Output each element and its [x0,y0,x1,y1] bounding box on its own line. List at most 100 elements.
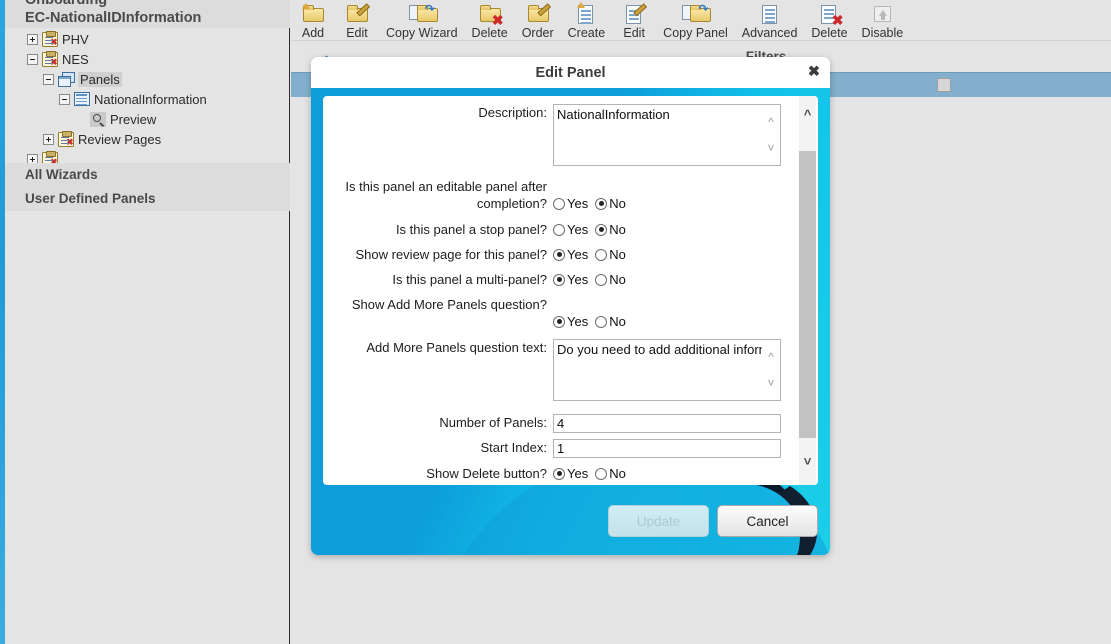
toolbar-button-order[interactable]: Order [515,0,561,40]
dialog-footer: Update Cancel [311,505,830,537]
toolbar-button-label: Delete [471,26,508,40]
expand-icon-minus[interactable] [27,53,38,65]
toolbar-button-advanced[interactable]: Advanced [735,0,805,40]
page-delete-icon: ✖ [815,3,843,27]
toolbar-button-copy-panel[interactable]: ↷ Copy Panel [656,0,735,40]
toolbar-button-label: Create [567,26,606,40]
radio-label: No [609,247,626,262]
add-more-text-textarea[interactable]: Do you need to add additional inforn ^ ˅ [553,339,781,401]
editable-panel-label: Is this panel an editable panel after co… [345,179,547,211]
sidebar-links: All Wizards User Defined Panels [5,163,290,211]
toolbar-button-edit-panel[interactable]: Edit [612,0,656,40]
textarea-resize-grip[interactable]: ^ ˅ [764,115,778,156]
radio-circle-selected [553,315,565,328]
description-value: NationalInformation [557,107,670,122]
multi-panel-no-radio[interactable]: No [595,272,626,287]
disable-icon [868,3,896,25]
radio-circle [595,273,608,286]
sidebar-wizard-name: EC-NationalIDInformation [5,8,290,28]
description-textarea[interactable]: NationalInformation ^ ˅ [553,104,781,166]
radio-label: Yes [567,466,589,481]
grid-select-all-checkbox[interactable] [937,78,951,92]
toolbar-button-disable[interactable]: Disable [855,0,911,40]
radio-circle-selected [595,197,608,210]
toolbar-button-label: Copy Panel [663,26,728,40]
toolbar-button-edit-wizard[interactable]: Edit [335,0,379,40]
cancel-button[interactable]: Cancel [717,505,818,537]
number-of-panels-label: Number of Panels: [439,415,547,430]
show-delete-button-label: Show Delete button? [426,466,547,481]
add-more-panels-no-radio[interactable]: No [595,314,626,329]
radio-label: Yes [567,272,589,287]
expand-icon-plus[interactable] [43,133,54,145]
folder-edit-icon [343,3,371,25]
clipboard-icon: ✖ [42,30,58,47]
multi-panel-label: Is this panel a multi-panel? [392,272,547,287]
scroll-up-icon[interactable]: ^ [799,104,816,126]
field-row-multi-panel: Is this panel a multi-panel? Yes No [323,271,796,288]
toolbar-button-label: Add [301,26,325,40]
scroll-down-icon[interactable]: ˅ [799,451,816,473]
tree-item-preview[interactable]: Preview [5,109,290,129]
show-delete-yes-radio[interactable]: Yes [553,466,588,481]
radio-circle-selected [553,248,565,261]
stop-panel-no-radio[interactable]: No [595,222,626,237]
radio-circle [553,223,565,236]
toolbar-button-add[interactable]: Add [291,0,335,40]
toolbar: Add Edit ↷ Copy Wizard ✖ Delete Order Cr… [291,0,1111,41]
radio-label: No [609,196,626,211]
folder-order-icon [524,3,552,25]
editable-panel-yes-radio[interactable]: Yes [553,196,588,211]
number-of-panels-input[interactable]: 4 [553,414,781,433]
expand-icon-minus[interactable] [43,73,54,85]
close-icon[interactable]: ✖ [808,64,820,80]
field-row-add-more-panels: Show Add More Panels question? Yes No [323,296,796,330]
sidebar-item-user-defined-panels[interactable]: User Defined Panels [5,187,290,211]
start-index-input[interactable]: 1 [553,439,781,458]
review-page-yes-radio[interactable]: Yes [553,247,588,262]
radio-circle-selected [553,273,565,286]
toolbar-button-copy-wizard[interactable]: ↷ Copy Wizard [379,0,465,40]
radio-label: Yes [567,314,589,329]
add-more-text-label: Add More Panels question text: [366,340,547,355]
show-delete-no-radio[interactable]: No [595,466,626,481]
radio-label: Yes [567,247,589,262]
add-more-panels-yes-radio[interactable]: Yes [553,314,588,329]
textarea-resize-grip[interactable]: ^ ˅ [764,350,778,391]
tree-item-nationalinformation[interactable]: NationalInformation [5,89,290,109]
toolbar-button-delete-panel[interactable]: ✖ Delete [804,0,854,40]
add-more-text-value: Do you need to add additional inforn [557,342,762,357]
scrollbar-thumb[interactable] [799,151,816,438]
toolbar-button-label: Order [521,26,554,40]
field-row-start-index: Start Index: 1 [323,439,796,458]
radio-label: Yes [567,222,589,237]
tree-item-review-pages[interactable]: ✖ Review Pages [5,129,290,149]
review-page-no-radio[interactable]: No [595,247,626,262]
folder-delete-icon: ✖ [476,3,504,27]
expand-icon-minus[interactable] [59,93,70,105]
tree-item-label: NES [62,51,89,67]
tree-item-panels[interactable]: Panels [5,69,290,89]
field-row-editable-panel: Is this panel an editable panel after co… [323,178,796,212]
dialog-titlebar: Edit Panel ✖ [311,57,830,88]
dialog-scrollbar[interactable]: ^ ˅ [796,96,818,485]
toolbar-button-delete-wizard[interactable]: ✖ Delete [465,0,515,40]
stop-panel-yes-radio[interactable]: Yes [553,222,588,237]
field-row-stop-panel: Is this panel a stop panel? Yes No [323,221,796,238]
multi-panel-yes-radio[interactable]: Yes [553,272,588,287]
toolbar-button-create-panel[interactable]: Create [561,0,613,40]
sidebar-item-all-wizards[interactable]: All Wizards [5,163,290,187]
tree-item-phv[interactable]: ✖ PHV [5,29,290,49]
editable-panel-no-radio[interactable]: No [595,196,626,211]
review-page-label: Show review page for this panel? [355,247,547,262]
update-button[interactable]: Update [608,505,709,537]
page-create-icon [572,2,600,25]
toolbar-button-label: Disable [861,26,904,40]
expand-icon-plus[interactable] [27,33,38,45]
tree-item-label: PHV [62,31,89,47]
toolbar-button-label: Edit [346,26,368,40]
radio-label: No [609,466,626,481]
radio-label: Yes [567,196,589,211]
stop-panel-label: Is this panel a stop panel? [395,222,547,237]
tree-item-nes[interactable]: ✖ NES [5,49,290,69]
